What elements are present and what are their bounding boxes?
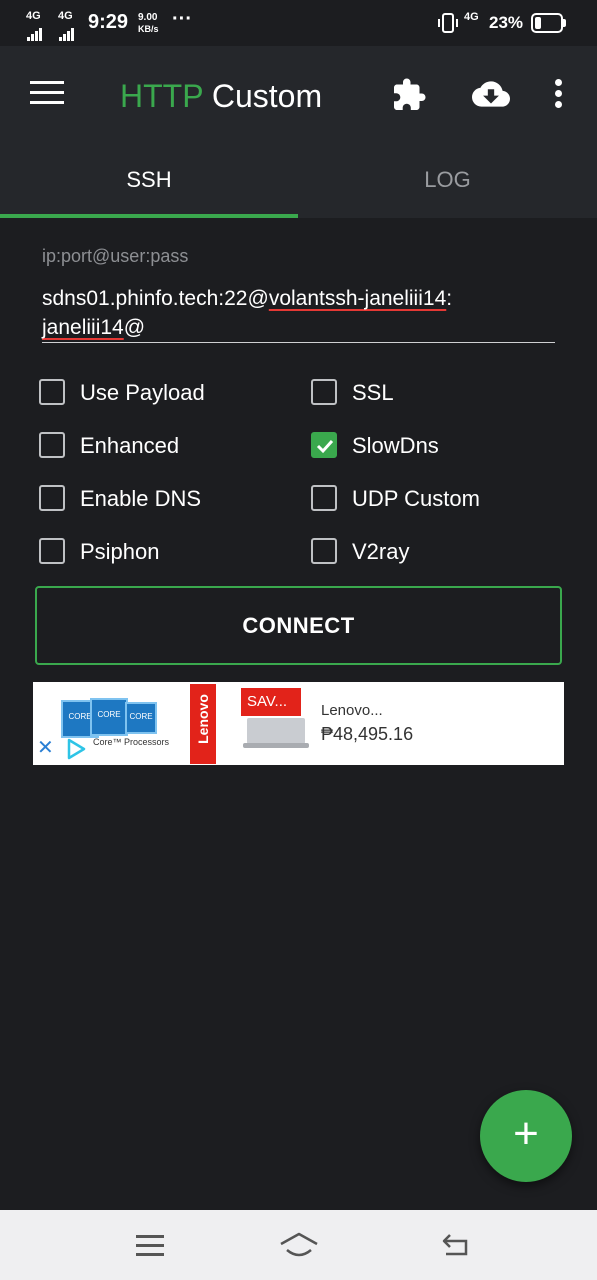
ad-product-name: Lenovo... — [321, 702, 383, 719]
label-v2ray: V2ray — [352, 539, 410, 564]
ad-banner[interactable]: CORE CORE CORE Core™ Processors Lenovo S… — [33, 682, 564, 765]
label-ssl: SSL — [352, 380, 394, 405]
label-psiphon: Psiphon — [80, 539, 160, 564]
lenovo-logo: Lenovo — [190, 684, 216, 764]
home-icon[interactable] — [279, 1230, 319, 1265]
ad-price: ₱48,495.16 — [321, 724, 414, 744]
puzzle-icon[interactable] — [391, 77, 427, 118]
label-enable-dns: Enable DNS — [80, 486, 202, 511]
signal-icon-2 — [59, 23, 75, 41]
app-title: HTTP Custom — [120, 76, 322, 116]
battery-percent: 23% — [489, 13, 524, 32]
label-use-payload: Use Payload — [80, 380, 205, 405]
network-type-3: 4G — [464, 11, 479, 23]
config-sep: : — [446, 287, 453, 310]
checkbox-v2ray[interactable] — [311, 538, 337, 564]
app-title-http: HTTP — [120, 78, 203, 114]
laptop-image-base — [243, 743, 309, 748]
config-end: @ — [123, 316, 146, 339]
tab-ssh[interactable]: SSH — [0, 146, 298, 218]
ad-close-icon[interactable]: ✕ — [37, 738, 54, 758]
label-slowdns: SlowDns — [352, 433, 439, 458]
ad-sale-badge: SAV... — [241, 688, 301, 716]
ad-caption: Core™ Processors — [93, 737, 170, 747]
signal-icon-1 — [27, 23, 43, 41]
cloud-download-icon[interactable] — [470, 75, 512, 118]
laptop-image — [247, 718, 305, 744]
checkbox-enable-dns[interactable] — [39, 485, 65, 511]
checkbox-udp-custom[interactable] — [311, 485, 337, 511]
app-title-custom: Custom — [211, 78, 323, 114]
config-input[interactable]: sdns01.phinfo.tech:22@volantssh-janeliii… — [42, 284, 554, 342]
chip-text-3: CORE — [129, 712, 153, 721]
back-icon[interactable] — [440, 1232, 472, 1263]
intel-chip-3: CORE — [125, 702, 157, 734]
checkbox-psiphon[interactable] — [39, 538, 65, 564]
lenovo-logo-text: Lenovo — [195, 694, 211, 744]
checkbox-use-payload[interactable] — [39, 379, 65, 405]
tab-log[interactable]: LOG — [298, 146, 597, 218]
config-hint: ip:port@user:pass — [42, 246, 189, 266]
config-underline — [42, 342, 555, 343]
chip-text-2: CORE — [97, 710, 121, 719]
vibrate-icon — [437, 12, 459, 39]
config-user: volantssh-janeliii14 — [268, 287, 447, 310]
tab-indicator — [0, 214, 298, 218]
net-speed-value: 9.00 — [138, 12, 158, 23]
more-vert-icon[interactable] — [555, 79, 563, 109]
menu-icon[interactable] — [30, 81, 64, 105]
network-type-1: 4G — [26, 10, 41, 22]
notification-dots: ··· — [172, 8, 192, 30]
network-type-2: 4G — [58, 10, 73, 22]
battery-icon — [531, 13, 567, 33]
net-speed-unit: KB/s — [138, 24, 159, 34]
ad-choices-icon[interactable] — [65, 738, 87, 765]
clock: 9:29 — [88, 11, 129, 33]
connect-button[interactable]: CONNECT — [35, 586, 562, 665]
checkbox-ssl[interactable] — [311, 379, 337, 405]
label-enhanced: Enhanced — [80, 433, 180, 458]
add-fab-button[interactable]: + — [480, 1090, 572, 1182]
label-udp-custom: UDP Custom — [352, 486, 480, 511]
intel-chip-2: CORE — [90, 698, 128, 736]
recents-icon[interactable] — [136, 1235, 164, 1257]
checkbox-enhanced[interactable] — [39, 432, 65, 458]
config-pass: janeliii14 — [42, 316, 124, 339]
chip-text-1: CORE — [68, 712, 92, 721]
checkbox-slowdns[interactable] — [311, 432, 337, 458]
config-host: sdns01.phinfo.tech:22@ — [42, 287, 269, 310]
